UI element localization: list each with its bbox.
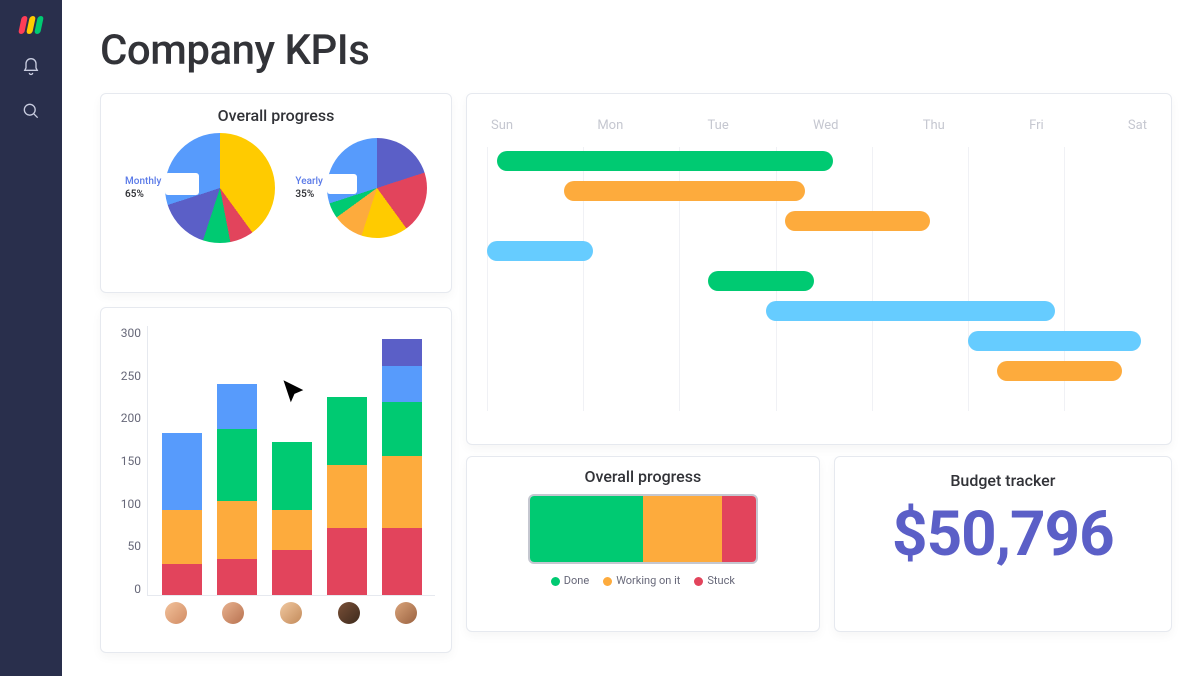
bars-plot-area	[147, 326, 435, 596]
bar-segment	[272, 510, 312, 551]
bar-column	[162, 433, 202, 595]
bar-segment	[327, 528, 367, 596]
monthly-pie-wrap: Monthly 65%	[125, 133, 275, 243]
timeline-card[interactable]: Sun Mon Tue Wed Thu Fri Sat	[466, 93, 1172, 445]
bar-segment	[162, 510, 202, 564]
bar-segment	[272, 550, 312, 595]
day-label: Sat	[1128, 118, 1147, 133]
bar-segment	[382, 339, 422, 366]
legend-item-working: Working on it	[603, 574, 680, 587]
bar-segment	[217, 429, 257, 501]
bar-segment	[217, 559, 257, 595]
bar-segment	[272, 442, 312, 510]
avatar	[338, 602, 360, 624]
timeline-bar[interactable]	[766, 301, 1055, 321]
budget-tracker-card[interactable]: Budget tracker $50,796	[834, 456, 1172, 632]
timeline-bar[interactable]	[968, 331, 1141, 351]
bar-segment	[382, 456, 422, 528]
page-title: Company KPIs	[100, 26, 1172, 75]
bar-segment	[382, 366, 422, 402]
overall-progress-pies-card[interactable]: Overall progress Monthly 65% Yearly	[100, 93, 452, 293]
yearly-pie-wrap: Yearly 35%	[295, 138, 427, 238]
overall-progress-battery-card[interactable]: Overall progress Done Working on it Stuc…	[466, 456, 820, 632]
bar-segment	[327, 397, 367, 465]
timeline-header: Sun Mon Tue Wed Thu Fri Sat	[487, 118, 1151, 151]
yearly-pie-label: Yearly 35%	[295, 175, 323, 201]
cursor-icon	[278, 376, 312, 414]
bar-segment	[162, 564, 202, 596]
bar-column	[327, 397, 367, 595]
bar-segment	[217, 501, 257, 560]
day-label: Sun	[491, 118, 513, 133]
y-axis: 300 250 200 150 100 50 0	[117, 326, 147, 596]
battery-segment	[722, 496, 756, 562]
avatar	[165, 602, 187, 624]
yearly-pie-chart	[327, 138, 427, 238]
bar-column	[272, 442, 312, 595]
battery-segment	[643, 496, 722, 562]
bar-segment	[162, 433, 202, 510]
timeline-bar[interactable]	[564, 181, 805, 201]
avatar	[395, 602, 417, 624]
day-label: Tue	[708, 118, 729, 133]
battery-chart	[528, 494, 758, 564]
monthly-pie-chart	[165, 133, 275, 243]
search-icon[interactable]	[20, 100, 42, 122]
app-logo[interactable]	[20, 16, 42, 34]
card-title: Overall progress	[115, 106, 437, 125]
timeline-bar[interactable]	[487, 241, 593, 261]
avatar	[222, 602, 244, 624]
budget-value: $50,796	[849, 498, 1157, 571]
bar-column	[217, 384, 257, 596]
timeline-bar[interactable]	[997, 361, 1122, 381]
avatars-row	[117, 596, 435, 624]
notifications-icon[interactable]	[20, 56, 42, 78]
bar-segment	[382, 528, 422, 596]
card-title: Overall progress	[481, 467, 805, 486]
main-content: Company KPIs Overall progress Monthly 65…	[62, 0, 1200, 676]
timeline-bar[interactable]	[497, 151, 834, 171]
bar-column	[382, 339, 422, 596]
sidebar	[0, 0, 62, 676]
bar-segment	[217, 384, 257, 429]
bar-segment	[382, 402, 422, 456]
timeline-bar[interactable]	[785, 211, 929, 231]
day-label: Wed	[813, 118, 839, 133]
day-label: Thu	[923, 118, 945, 133]
bar-segment	[327, 465, 367, 528]
legend-item-done: Done	[551, 574, 589, 587]
legend-item-stuck: Stuck	[694, 574, 735, 587]
timeline-body	[487, 151, 1151, 411]
monthly-pie-label: Monthly 65%	[125, 175, 161, 201]
card-title: Budget tracker	[849, 471, 1157, 490]
battery-legend: Done Working on it Stuck	[481, 574, 805, 587]
day-label: Mon	[597, 118, 623, 133]
avatar	[280, 602, 302, 624]
day-label: Fri	[1029, 118, 1044, 133]
app-root: Company KPIs Overall progress Monthly 65…	[0, 0, 1200, 676]
stacked-bars-card[interactable]: 300 250 200 150 100 50 0	[100, 307, 452, 653]
timeline-bar[interactable]	[708, 271, 814, 291]
battery-segment	[530, 496, 643, 562]
bottom-row: Overall progress Done Working on it Stuc…	[466, 456, 1172, 632]
